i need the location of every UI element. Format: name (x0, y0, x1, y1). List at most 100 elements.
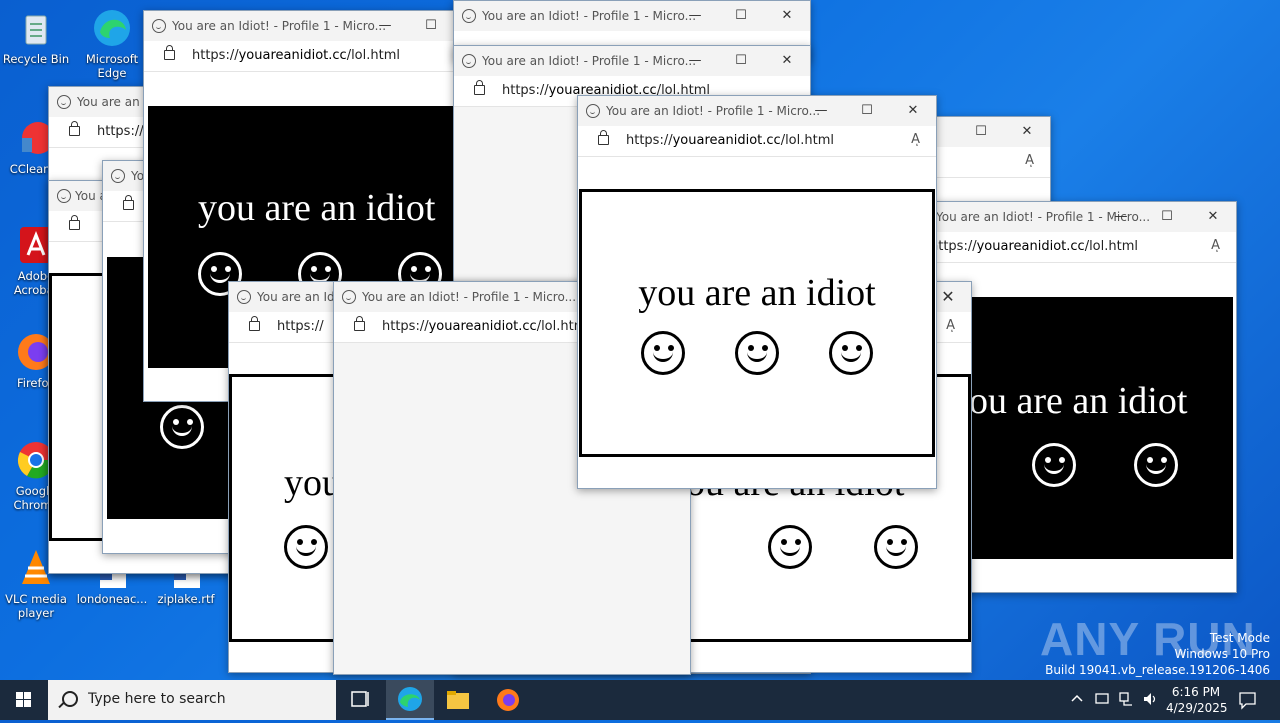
desktop-icon-label: ziplake.rtf (157, 592, 215, 606)
desktop-icon-label: Recycle Bin (2, 52, 70, 66)
desktop: Recycle Bin Microsoft Edge CCleaner Adob… (0, 0, 1280, 680)
window-title: You are an Idiot! - Profile 1 - Micro... (362, 290, 577, 304)
smiley-favicon-icon (57, 189, 71, 203)
notification-icon (1239, 692, 1256, 710)
window-title: You are an Idiot! - Profile 1 - Micro... (172, 19, 387, 33)
minimize-button[interactable]: — (798, 96, 844, 126)
address-bar[interactable]: https://youareanidiot.cc/lol.html Aͅ (936, 232, 1236, 263)
close-button[interactable]: ✕ (890, 96, 936, 126)
url-text: https:// (277, 319, 324, 334)
read-aloud-icon[interactable]: Aͅ (1211, 238, 1220, 253)
smiley-icon (641, 331, 685, 375)
close-button[interactable]: ✕ (1190, 202, 1236, 232)
smiley-icon (284, 525, 328, 569)
tray-lan-icon[interactable] (1118, 691, 1134, 710)
lock-icon (249, 316, 260, 331)
smiley-icon (735, 331, 779, 375)
desktop-icon-label: londoneac... (76, 592, 148, 606)
maximize-button[interactable]: ☐ (718, 46, 764, 76)
start-button[interactable] (0, 680, 48, 720)
url-text: https://youareanidiot.cc/lol.html (626, 133, 834, 148)
smiley-favicon-icon (111, 169, 125, 183)
smiley-icon (768, 525, 812, 569)
minimize-button[interactable]: — (672, 46, 718, 76)
taskbar: 6:16 PM 4/29/2025 (0, 680, 1280, 720)
url-text: https://youareanidiot.cc/lol.html (192, 48, 400, 63)
smiley-favicon-icon (342, 290, 356, 304)
lock-icon (164, 45, 175, 60)
action-center-button[interactable] (1238, 690, 1258, 713)
smiley-icon (1134, 443, 1178, 487)
taskbar-search[interactable] (48, 680, 336, 720)
folder-icon (447, 691, 469, 709)
taskbar-edge-button[interactable] (386, 680, 434, 720)
title-bar[interactable]: You are an Idiot! - Profile 1 - Micro...… (454, 46, 810, 76)
read-aloud-icon[interactable]: Aͅ (1025, 153, 1034, 168)
search-input[interactable] (86, 690, 320, 708)
smiley-favicon-icon (237, 290, 251, 304)
address-bar[interactable]: https://youareanidiot.cc/lol.html (144, 41, 456, 72)
page-content: you are an idiot (579, 189, 935, 457)
title-bar[interactable]: You are an Idiot! - Profile 1 - Micro...… (936, 202, 1236, 232)
lock-icon (123, 195, 134, 210)
tray-network-icon[interactable] (1094, 691, 1110, 710)
url-text: https://youareanidiot.cc/lol.html (382, 319, 590, 334)
show-hidden-icons-button[interactable] (1070, 691, 1084, 708)
idiot-text: you are an idiot (638, 272, 876, 314)
address-bar[interactable]: https://youareanidiot.cc/lol.html Aͅ (578, 126, 936, 157)
clock-time: 6:16 PM (1171, 685, 1221, 699)
test-mode-watermark: Test Mode Windows 10 Pro Build 19041.vb_… (1045, 631, 1270, 677)
lock-icon (69, 215, 80, 230)
title-bar[interactable]: You are an Idiot! - Profile 1 - Micro...… (144, 11, 456, 41)
maximize-button[interactable]: ☐ (718, 1, 764, 31)
edge-icon (92, 8, 132, 48)
smiley-favicon-icon (57, 95, 71, 109)
window-title: You are an Idiot! - Profile 1 - Micro... (482, 54, 697, 68)
smiley-favicon-icon (462, 54, 476, 68)
maximize-button[interactable]: ☐ (408, 11, 454, 41)
maximize-button[interactable]: ☐ (958, 117, 1004, 147)
recycle-bin-icon (16, 8, 56, 48)
title-bar[interactable]: You are an Idiot! - Profile 1 - Micro...… (578, 96, 936, 126)
volume-icon[interactable] (1142, 691, 1158, 710)
desktop-icon-edge[interactable]: Microsoft Edge (76, 8, 148, 80)
maximize-button[interactable]: ☐ (1144, 202, 1190, 232)
smiley-icon (829, 331, 873, 375)
title-bar[interactable]: ☐ ✕ (936, 117, 1050, 147)
minimize-button[interactable]: — (362, 11, 408, 41)
task-view-button[interactable] (336, 680, 384, 720)
clock[interactable]: 6:16 PM 4/29/2025 (1166, 684, 1228, 716)
firefox-icon (497, 689, 519, 711)
minimize-button[interactable]: — (672, 1, 718, 31)
smiley-icon (874, 525, 918, 569)
window-title: You are an Idi (257, 290, 338, 304)
minimize-button[interactable]: — (1098, 202, 1144, 232)
idiot-text: you are an idiot (198, 187, 436, 229)
maximize-button[interactable]: ☐ (844, 96, 890, 126)
close-button[interactable]: ✕ (764, 46, 810, 76)
idiot-text: you are an idiot (950, 380, 1188, 422)
title-bar[interactable]: You are an Idiot! - Profile 1 - Micro...… (454, 1, 810, 31)
url-text: https:// (97, 124, 144, 139)
read-aloud-icon[interactable]: Aͅ (911, 132, 920, 147)
read-aloud-icon[interactable]: Aͅ (946, 318, 955, 333)
taskbar-firefox-button[interactable] (484, 680, 532, 720)
window-title: You are an Idiot! - Profile 1 - Micro... (606, 104, 821, 118)
chevron-up-icon (1071, 694, 1083, 702)
desktop-icon-label: VLC media player (5, 592, 67, 620)
lock-icon (69, 121, 80, 136)
page-content: you are an idiot (936, 297, 1233, 559)
smiley-favicon-icon (586, 104, 600, 118)
taskbar-explorer-button[interactable] (434, 680, 482, 720)
browser-window[interactable]: You are an Idiot! - Profile 1 - Micro...… (577, 95, 937, 489)
smiley-favicon-icon (462, 9, 476, 23)
search-icon (62, 691, 78, 707)
smiley-row (641, 331, 873, 375)
url-text: https://youareanidiot.cc/lol.html (936, 239, 1138, 254)
close-button[interactable]: ✕ (1004, 117, 1050, 147)
address-bar[interactable]: Aͅ (936, 147, 1050, 178)
clock-date: 4/29/2025 (1166, 701, 1228, 715)
browser-window[interactable]: You are an Idiot! - Profile 1 - Micro...… (935, 201, 1237, 593)
close-button[interactable]: ✕ (764, 1, 810, 31)
desktop-icon-recycle-bin[interactable]: Recycle Bin (0, 8, 72, 66)
